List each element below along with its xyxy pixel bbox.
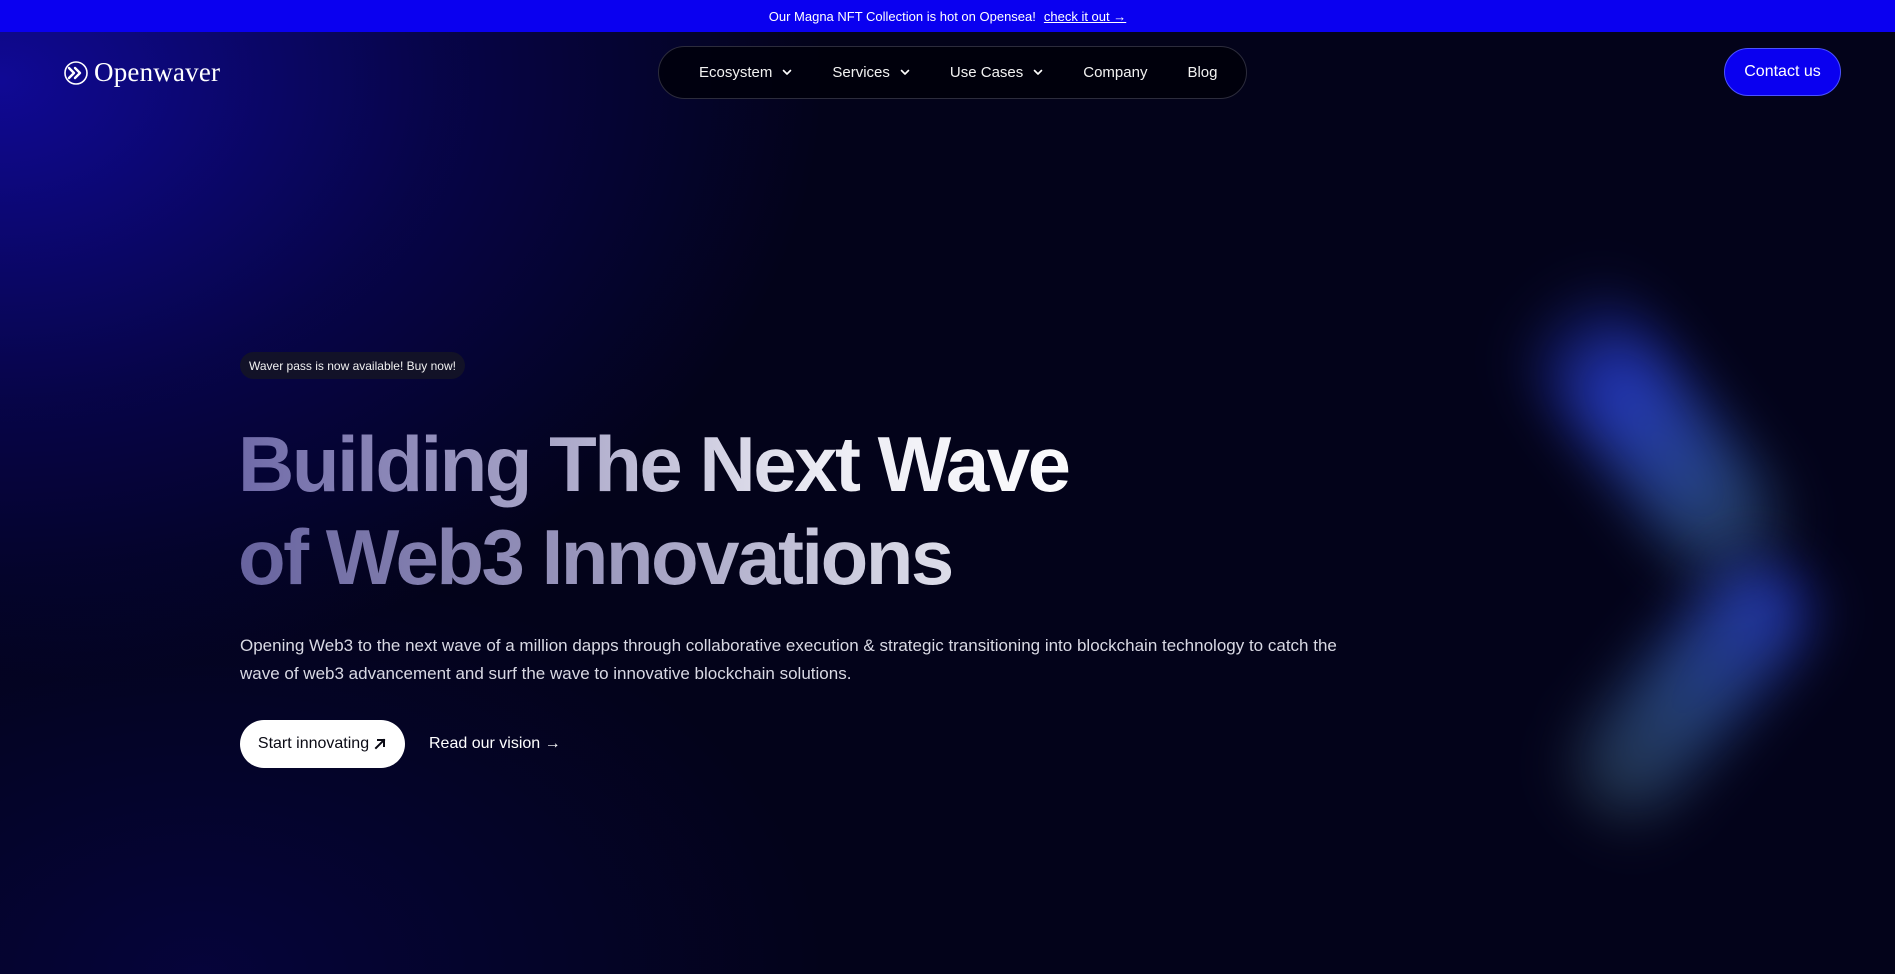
nav-item-label: Company bbox=[1083, 64, 1148, 81]
hero-headline-line-2: of Web3 Innovations bbox=[238, 511, 1138, 604]
nav-item-label: Blog bbox=[1187, 64, 1218, 81]
announcement-text: Our Magna NFT Collection is hot on Opens… bbox=[768, 8, 1036, 24]
arrow-up-right-icon bbox=[374, 738, 386, 750]
nav-item-ecosystem[interactable]: Ecosystem bbox=[699, 64, 792, 81]
announcement-badge[interactable]: Waver pass is now available! Buy now! bbox=[240, 352, 465, 379]
chevron-down-icon bbox=[783, 69, 792, 75]
main-nav: Ecosystem Services Use Cases Company Blo… bbox=[658, 46, 1247, 99]
read-our-vision-link[interactable]: Read our vision → bbox=[429, 720, 561, 768]
brand-logo[interactable]: Openwaver bbox=[64, 57, 220, 88]
nav-item-company[interactable]: Company bbox=[1083, 64, 1147, 81]
contact-us-button[interactable]: Contact us bbox=[1724, 48, 1841, 96]
brand-name: Openwaver bbox=[94, 57, 221, 87]
chevrons-logo-icon bbox=[64, 60, 88, 85]
nav-item-use-cases[interactable]: Use Cases bbox=[950, 64, 1043, 81]
nav-item-label: Ecosystem bbox=[699, 64, 773, 81]
hero-headline-line-1: Building The Next Wave bbox=[238, 418, 1138, 511]
announcement-bar: Our Magna NFT Collection is hot on Opens… bbox=[0, 0, 1895, 32]
nav-item-label: Use Cases bbox=[949, 64, 1024, 81]
nav-item-label: Services bbox=[832, 64, 890, 81]
nav-item-services[interactable]: Services bbox=[832, 64, 910, 81]
announcement-link[interactable]: check it out → bbox=[1044, 9, 1126, 24]
hero-description: Opening Web3 to the next wave of a milli… bbox=[240, 636, 1337, 683]
hero-headline: Building The Next Wave of Web3 Innovatio… bbox=[238, 418, 1138, 604]
start-innovating-button[interactable]: Start innovating bbox=[240, 720, 405, 768]
nav-item-blog[interactable]: Blog bbox=[1187, 64, 1217, 81]
chevron-down-icon bbox=[1033, 69, 1043, 75]
chevron-down-icon bbox=[900, 69, 910, 75]
start-innovating-label: Start innovating bbox=[257, 735, 370, 752]
